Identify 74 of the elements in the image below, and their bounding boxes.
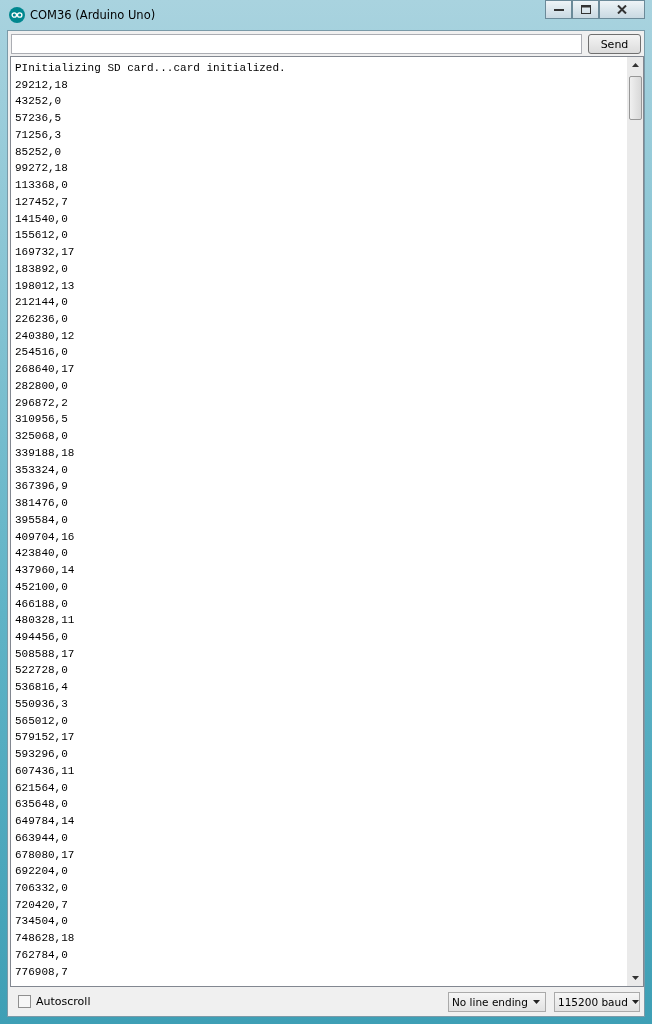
caret-icon bbox=[631, 999, 639, 1004]
scroll-up-icon[interactable] bbox=[631, 63, 639, 67]
close-button[interactable] bbox=[599, 0, 645, 19]
output-line: 607436,11 bbox=[15, 763, 76, 779]
output-line: 663944,0 bbox=[15, 830, 69, 846]
output-line: 508588,17 bbox=[15, 646, 76, 662]
output-line: 649784,14 bbox=[15, 814, 76, 830]
output-line: 85252,0 bbox=[15, 144, 63, 160]
output-line: 593296,0 bbox=[15, 747, 69, 763]
infinity-logo-icon bbox=[9, 7, 25, 23]
minimize-button[interactable] bbox=[545, 0, 572, 19]
output-line: 29212,18 bbox=[15, 77, 69, 93]
output-line: PInitializing SD card...card initialized. bbox=[15, 61, 287, 76]
output-line: 494456,0 bbox=[15, 629, 69, 645]
output-line: 579152,17 bbox=[15, 730, 76, 746]
output-line: 212144,0 bbox=[15, 295, 69, 311]
output-line: 325068,0 bbox=[15, 429, 69, 445]
output-line: 423840,0 bbox=[15, 546, 69, 562]
output-line: 169732,17 bbox=[15, 245, 76, 261]
output-line: 692204,0 bbox=[15, 864, 69, 880]
output-line: 254516,0 bbox=[15, 345, 69, 361]
output-line: 240380,12 bbox=[15, 328, 76, 344]
output-line: 57236,5 bbox=[15, 111, 63, 127]
output-line: 268640,17 bbox=[15, 362, 76, 378]
output-line: 748628,18 bbox=[15, 931, 76, 947]
scroll-down-icon[interactable] bbox=[631, 976, 639, 980]
output-line: 621564,0 bbox=[15, 780, 69, 796]
maximize-button[interactable] bbox=[572, 0, 599, 19]
output-line: 395584,0 bbox=[15, 512, 69, 528]
output-line: 296872,2 bbox=[15, 395, 69, 411]
output-line: 141540,0 bbox=[15, 211, 69, 227]
output-line: 466188,0 bbox=[15, 596, 69, 612]
output-line: 635648,0 bbox=[15, 797, 69, 813]
output-line: 776908,7 bbox=[15, 964, 69, 980]
output-line: 127452,7 bbox=[15, 194, 69, 210]
output-line: 522728,0 bbox=[15, 663, 69, 679]
output-line: 762784,0 bbox=[15, 947, 69, 963]
output-line: 409704,16 bbox=[15, 529, 76, 545]
close-icon bbox=[617, 5, 627, 14]
output-line: 71256,3 bbox=[15, 127, 63, 143]
autoscroll-checkbox[interactable] bbox=[18, 995, 31, 1008]
send-button[interactable]: Send bbox=[588, 34, 641, 54]
output-line: 310956,5 bbox=[15, 412, 69, 428]
output-line: 678080,17 bbox=[15, 847, 76, 863]
output-line: 437960,14 bbox=[15, 563, 76, 579]
baud-rate-dropdown[interactable]: 115200 baud bbox=[554, 991, 640, 1012]
output-line: 720420,7 bbox=[15, 897, 69, 913]
output-line: 381476,0 bbox=[15, 496, 69, 512]
output-line: 452100,0 bbox=[15, 579, 69, 595]
output-line: 565012,0 bbox=[15, 713, 69, 729]
output-line: 550936,3 bbox=[15, 696, 69, 712]
line-ending-dropdown[interactable]: No line ending bbox=[448, 991, 546, 1012]
output-line: 226236,0 bbox=[15, 312, 69, 327]
output-line: 113368,0 bbox=[15, 178, 69, 194]
output-line: 43252,0 bbox=[15, 94, 63, 110]
caret-icon bbox=[533, 999, 540, 1004]
output-line: 339188,18 bbox=[15, 445, 76, 461]
output-line: 99272,18 bbox=[15, 161, 69, 177]
scroll-thumb[interactable] bbox=[628, 76, 642, 120]
output-line: 480328,11 bbox=[15, 613, 76, 629]
output-line: 198012,13 bbox=[15, 278, 76, 294]
autoscroll-label: Autoscroll bbox=[36, 995, 91, 1008]
output-line: 536816,4 bbox=[15, 680, 69, 696]
input-field[interactable] bbox=[11, 34, 582, 54]
output-line: 734504,0 bbox=[15, 914, 69, 930]
scrollbar[interactable] bbox=[627, 57, 643, 986]
output-line: 706332,0 bbox=[15, 881, 69, 896]
output-line: 367396,9 bbox=[15, 479, 69, 495]
output-line: 353324,0 bbox=[15, 462, 69, 478]
output-line: 155612,0 bbox=[15, 228, 69, 244]
output-line: 183892,0 bbox=[15, 261, 69, 277]
window-title: COM36 (Arduino Uno) bbox=[30, 8, 156, 22]
output-line: 282800,0 bbox=[15, 378, 69, 394]
maximize-icon bbox=[580, 5, 591, 14]
